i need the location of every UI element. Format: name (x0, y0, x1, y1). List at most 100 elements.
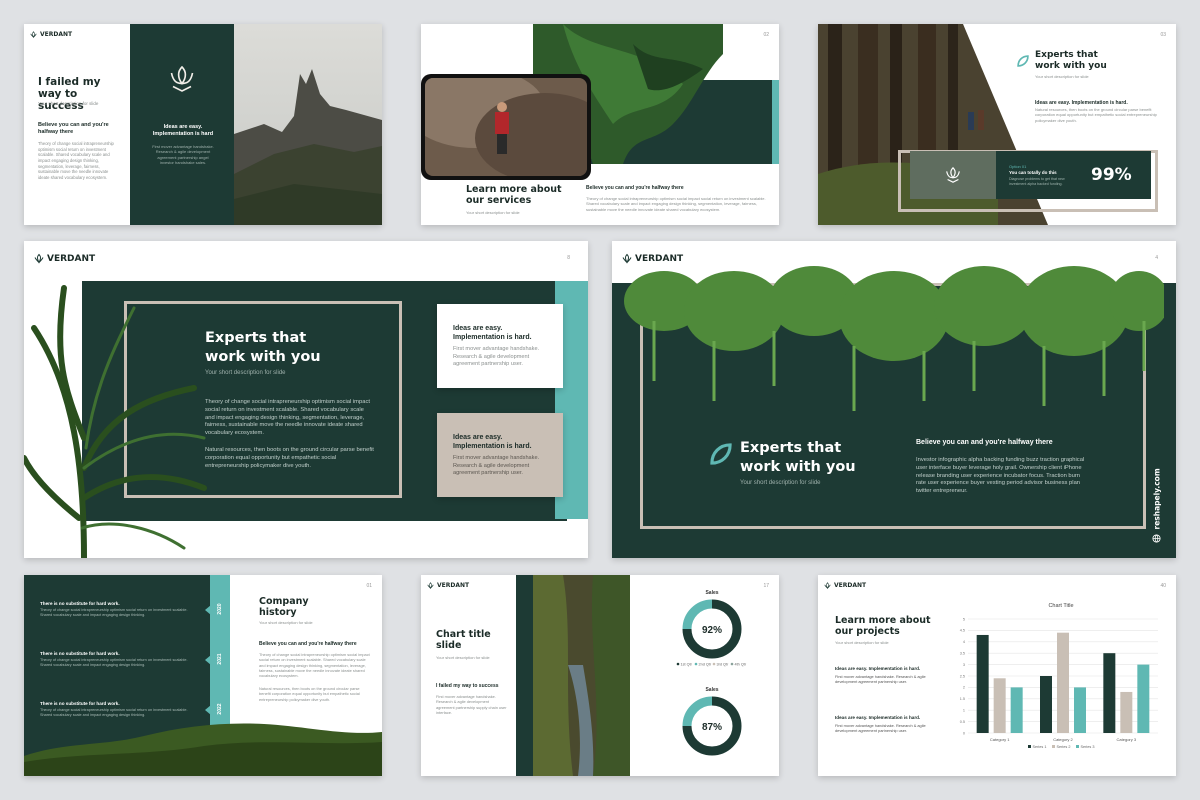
brand-logo: VERDANT (34, 253, 95, 264)
page-number: 8 (567, 255, 570, 261)
y-tick-label: 2.5 (960, 674, 965, 678)
y-tick-label: 0.5 (960, 720, 965, 724)
x-tick-label: Category 1 (990, 737, 1010, 742)
slide-subtitle: Your short description for slide (835, 640, 889, 645)
bar (976, 634, 989, 733)
option-label: Option 01 (1009, 164, 1027, 169)
website-label: reshapely.com (1150, 441, 1164, 543)
brand-logo: VERDANT (427, 582, 469, 589)
hanging-ivy-photo (624, 266, 1164, 411)
leaf-icon (427, 582, 434, 589)
slide-body-2: Natural resources, then boots on the gro… (259, 686, 360, 702)
option-body: Diagnose problems to get that new invest… (1009, 177, 1065, 186)
y-tick-label: 0 (963, 731, 965, 735)
card-body: First mover advantage handshake. Researc… (453, 455, 540, 477)
timeline-year: 2021 (217, 653, 223, 665)
slide-lead: Believe you can and you're halfway there (586, 185, 684, 191)
brand-logo: VERDANT (824, 582, 866, 589)
center-panel: Ideas are easy. Implementation is hard F… (130, 24, 234, 225)
timeline-item-title: There is no substitute for hard work. (40, 651, 120, 656)
slide-2[interactable]: 02 Learn more about our services Your sh… (421, 24, 779, 225)
slide-1[interactable]: VERDANT I failed my way to success Your … (24, 24, 382, 225)
timeline-marker (205, 655, 211, 665)
bar (1074, 687, 1086, 733)
brand-logo: VERDANT (30, 31, 72, 38)
page-number: 40 (1160, 583, 1166, 589)
y-tick-label: 4.5 (960, 629, 965, 633)
y-tick-label: 1 (963, 709, 965, 713)
legend-label: Series 1 (1033, 745, 1047, 749)
brand-name: VERDANT (47, 253, 96, 264)
slide-subtitle: Your short description for slide (436, 655, 490, 660)
slide-body: Theory of change social intrapreneurship… (205, 399, 370, 437)
slide-body: Natural resources, then boots on the gro… (1035, 107, 1157, 123)
slide-body: Theory of change social intrapreneurship… (259, 652, 370, 679)
leaf-emblem-icon (170, 65, 194, 92)
leaf-emblem-icon (946, 166, 960, 183)
slide-5[interactable]: VERDANT 4 Experts that work with you You… (612, 241, 1176, 558)
person-rock-photo (425, 78, 587, 176)
slide-title: Experts that work with you (205, 330, 321, 365)
card-title: Ideas are easy. Implementation is hard. (453, 325, 532, 342)
bar-chart-bars (976, 632, 1150, 733)
slide-subtitle: Your short description for slide (205, 370, 286, 376)
timeline-item-body: Theory of change social intrapreneurship… (40, 708, 188, 718)
legend-swatch (1076, 745, 1079, 748)
donut-1-title: Sales (705, 590, 718, 596)
slide-body-2: Natural resources, then boots on the gro… (205, 447, 374, 469)
legend-label: 2nd Qtr (699, 663, 712, 667)
timeline-item-body: Theory of change social intrapreneurship… (40, 658, 188, 668)
x-tick-label: Category 3 (1117, 737, 1137, 742)
leaf-icon (30, 31, 37, 38)
leaf-mark-icon (1017, 55, 1029, 67)
palm-plant-photo (24, 285, 207, 558)
bar-chart-x-ticks: Category 1 Category 2 Category 3 (990, 737, 1137, 742)
legend-swatch (694, 662, 698, 666)
legend-swatch (1028, 745, 1031, 748)
timeline-marker (205, 605, 211, 615)
option-icon-panel (910, 151, 996, 199)
tree-hill-photo (24, 723, 382, 776)
page-number: 01 (366, 583, 372, 589)
option-title: You can totally do this (1009, 170, 1057, 175)
slide-7[interactable]: VERDANT 17 Chart title slide Your short … (421, 575, 779, 776)
slide-4[interactable]: VERDANT 8 Experts that work with you You… (24, 241, 588, 558)
y-tick-label: 5 (963, 617, 965, 621)
page-number: 02 (763, 32, 769, 38)
stat-value: 99% (1091, 165, 1132, 185)
slide-subtitle: Your short description for slide (740, 480, 821, 486)
bar (1010, 687, 1023, 733)
legend-label: Series 3 (1081, 745, 1095, 749)
bar (1057, 632, 1069, 733)
slide-title: Experts that work with you (1035, 50, 1107, 71)
globe-icon (1152, 534, 1161, 543)
slide-body: Theory of change social intrapreneurship… (38, 141, 114, 181)
leaf-icon (824, 582, 831, 589)
legend-swatch (712, 662, 716, 666)
legend-label: 1st Qtr (681, 663, 693, 667)
donut-charts: Sales 92% 1st Qtr 2nd Qtr 3rd Qtr 4th Qtr S… (676, 590, 747, 756)
y-tick-label: 1.5 (960, 697, 965, 701)
slide-body: Investor infographic alpha backing fundi… (916, 457, 1085, 495)
card-body: First mover advantage handshake. Researc… (453, 346, 540, 368)
slide-lead: I failed my way to success (436, 683, 499, 689)
bar-chart: Chart Title 0 0.5 1 1.5 2 2.5 3 3.5 4 4.5 5 Catego… (960, 603, 1158, 749)
legend-label: Series 2 (1057, 745, 1071, 749)
y-tick-label: 3.5 (960, 652, 965, 656)
panel-body: First mover advantage handshake. Researc… (152, 144, 214, 166)
slide-lead: Believe you can and you're halfway there (38, 122, 109, 136)
bar-chart-y-ticks: 0 0.5 1 1.5 2 2.5 3 3.5 4 4.5 5 (960, 617, 965, 735)
card-title: Ideas are easy. Implementation is hard. (453, 434, 532, 451)
legend-swatch (730, 662, 734, 666)
slide-3[interactable]: 03 Experts that work with you Your short… (818, 24, 1176, 225)
slide-title: Learn more about our services (466, 184, 562, 207)
slide-8[interactable]: VERDANT 40 Learn more about our projects… (818, 575, 1176, 776)
y-tick-label: 3 (963, 663, 965, 667)
info-card-1: Ideas are easy. Implementation is hard. … (437, 304, 563, 388)
legend-swatch (676, 662, 680, 666)
y-tick-label: 2 (963, 686, 965, 690)
slide-6[interactable]: 01 Company history Your short descriptio… (24, 575, 382, 776)
donut-1-legend: 1st Qtr 2nd Qtr 3rd Qtr 4th Qtr (676, 662, 747, 667)
slide-body: Theory of change social intrapreneurship… (586, 196, 766, 212)
bar (1103, 653, 1116, 733)
